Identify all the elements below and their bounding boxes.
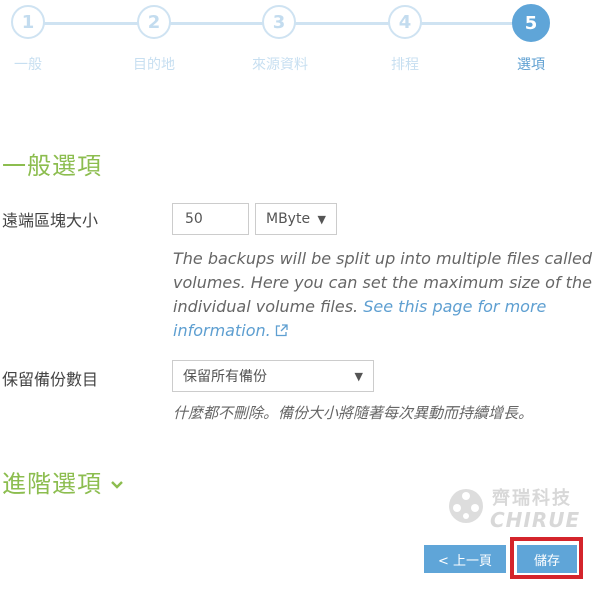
advanced-options-toggle[interactable]: 進階選項 [2,464,124,499]
wizard-steps: 1 2 3 4 5 一般 目的地 來源資料 排程 選項 [0,0,612,80]
save-button-highlight [510,537,583,579]
help-link-continued[interactable]: information. [173,321,271,340]
chevron-down-icon: ▼ [317,212,326,226]
remote-volume-size-label: 遠端區塊大小 [2,211,99,230]
remote-volume-unit-value: MByte [266,211,311,227]
wizard-step-4-label[interactable]: 排程 [365,54,445,74]
external-link-icon[interactable] [275,320,288,344]
wizard-step-4[interactable]: 4 [388,5,422,39]
help-link[interactable]: See this page for more [363,297,546,316]
chevron-down-icon: ▼ [354,369,363,383]
wizard-step-2[interactable]: 2 [137,5,171,39]
keep-backups-value: 保留所有備份 [183,369,267,385]
keep-backups-select[interactable]: 保留所有備份 ▼ [172,360,374,392]
remote-volume-help-line-2: volumes. Here you can set the maximum si… [173,273,592,292]
general-options-title: 一般選項 [2,152,102,180]
wizard-step-1[interactable]: 1 [11,5,45,39]
advanced-options-title: 進階選項 [2,470,102,498]
watermark-text-chinese: 齊瑞科技 [492,488,572,509]
wizard-step-3-label[interactable]: 來源資料 [240,54,320,74]
remote-volume-help-line-4: information. [173,319,592,344]
wizard-step-5-label[interactable]: 選項 [491,54,571,74]
remote-volume-help-line-3-text: individual volume files. [173,297,364,316]
wizard-step-1-label[interactable]: 一般 [0,54,68,74]
remote-volume-size-input[interactable]: 50 [172,203,249,235]
wizard-step-5[interactable]: 5 [512,4,550,42]
watermark-logo: 齊瑞科技 CHIRUE [446,484,586,534]
watermark-text-english: CHIRUE [490,508,581,532]
remote-volume-help-line-1: The backups will be split up into multip… [173,249,592,268]
chevron-down-icon [110,468,124,496]
wizard-step-3[interactable]: 3 [262,5,296,39]
previous-button[interactable]: < 上一頁 [424,545,506,573]
remote-volume-size-value: 50 [185,211,203,227]
remote-volume-help: The backups will be split up into multip… [173,247,592,344]
remote-volume-help-line-3: individual volume files. See this page f… [173,295,592,319]
wizard-step-2-label[interactable]: 目的地 [114,54,194,74]
remote-volume-unit-select[interactable]: MByte ▼ [255,203,337,235]
keep-backups-help: 什麼都不刪除。備份大小將隨著每次異動而持續增長。 [173,404,534,422]
keep-backups-label: 保留備份數目 [2,370,99,389]
film-reel-icon [449,489,483,523]
